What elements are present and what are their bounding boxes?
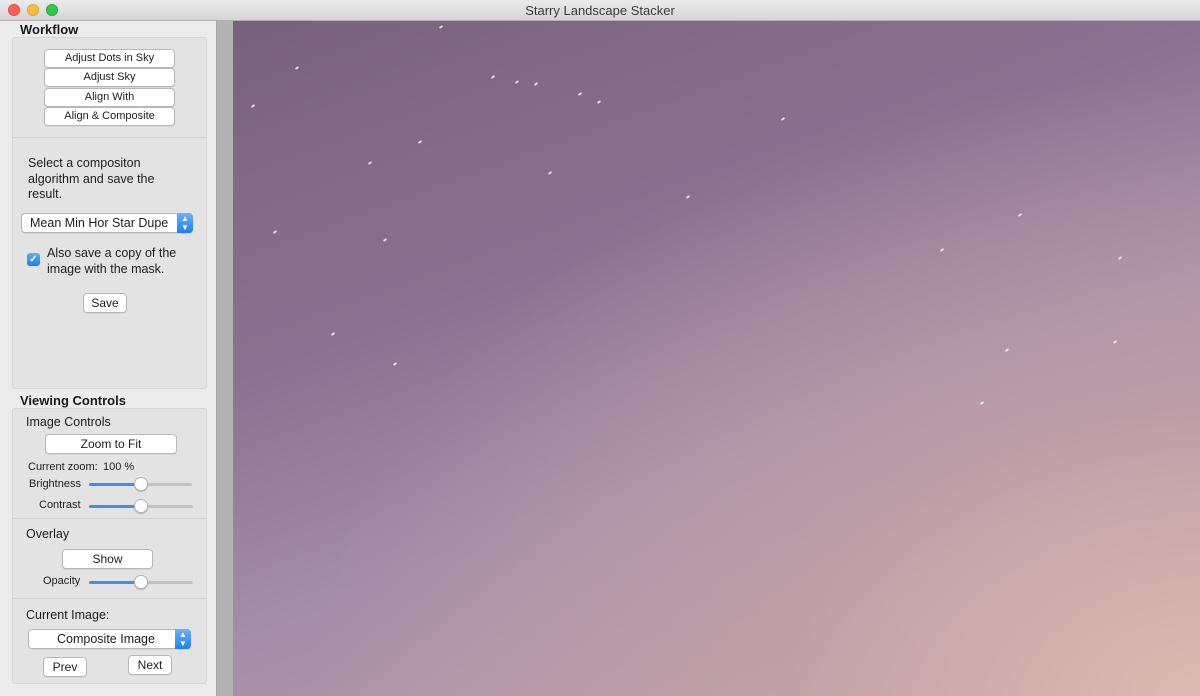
up-down-chevron-icon: ▲ ▼ — [177, 213, 193, 233]
star — [382, 238, 388, 242]
next-button[interactable]: Next — [128, 655, 172, 675]
star — [533, 82, 539, 86]
star — [939, 248, 945, 252]
algorithm-popup[interactable]: Mean Min Hor Star Dupe ▲ ▼ — [21, 213, 193, 233]
adjust-sky-button[interactable]: Adjust Sky — [44, 68, 175, 87]
star — [294, 66, 300, 70]
align-with-button[interactable]: Align With — [44, 88, 175, 107]
save-mask-checkbox[interactable]: ✓ — [27, 253, 40, 266]
brightness-slider[interactable] — [89, 477, 192, 491]
overlay-separator — [12, 518, 207, 519]
star — [367, 161, 373, 165]
adjust-dots-in-sky-button[interactable]: Adjust Dots in Sky — [44, 49, 175, 68]
opacity-label: Opacity — [43, 575, 81, 587]
opacity-slider[interactable] — [89, 575, 193, 589]
star — [577, 92, 583, 96]
star — [438, 25, 444, 29]
current-zoom-label: Current zoom: — [28, 461, 98, 473]
star — [250, 104, 256, 108]
star — [1117, 256, 1123, 260]
viewing-controls-title: Viewing Controls — [20, 393, 126, 408]
title-bar: Starry Landscape Stacker — [0, 0, 1200, 21]
workflow-separator — [12, 137, 207, 138]
current-image-title: Current Image: — [26, 608, 110, 622]
current-image-popup-value: Composite Image — [57, 632, 155, 646]
star — [417, 140, 423, 144]
star — [330, 332, 336, 336]
brightness-slider-knob[interactable] — [133, 477, 148, 491]
split-view-divider[interactable] — [216, 21, 233, 696]
prev-button[interactable]: Prev — [43, 657, 87, 677]
current-zoom-value: 100 % — [103, 461, 135, 473]
current-image-popup[interactable]: Composite Image ▲ ▼ — [28, 629, 191, 649]
overlay-title: Overlay — [26, 527, 70, 541]
window-title: Starry Landscape Stacker — [525, 3, 675, 18]
contrast-slider-knob[interactable] — [134, 499, 148, 513]
checkmark-icon: ✓ — [29, 254, 38, 265]
star — [547, 171, 553, 175]
star — [514, 80, 520, 84]
star — [392, 362, 398, 366]
brightness-label: Brightness — [29, 478, 81, 490]
algorithm-popup-value: Mean Min Hor Star Dupe — [30, 216, 169, 230]
current-image-separator — [12, 598, 207, 599]
contrast-slider[interactable] — [89, 499, 193, 513]
zoom-to-fit-button[interactable]: Zoom to Fit — [45, 434, 177, 454]
opacity-slider-knob[interactable] — [134, 575, 148, 589]
star — [780, 117, 786, 121]
sky-image-canvas[interactable] — [233, 21, 1200, 696]
save-mask-label: Also save a copy of the image with the m… — [47, 246, 177, 276]
star — [1004, 348, 1010, 352]
brightness-slider-fill — [89, 483, 141, 486]
up-down-chevron-icon: ▲ ▼ — [175, 629, 191, 649]
star — [490, 75, 496, 79]
workflow-title: Workflow — [20, 22, 79, 37]
align-composite-button[interactable]: Align & Composite — [44, 107, 175, 126]
overlay-show-button[interactable]: Show — [62, 549, 153, 569]
composition-instruction: Select a compositon algorithm and save t… — [28, 156, 155, 201]
sidebar: Workflow Adjust Dots in Sky Adjust Sky A… — [0, 21, 216, 696]
save-button[interactable]: Save — [83, 293, 127, 313]
star — [1112, 340, 1118, 344]
image-controls-title: Image Controls — [26, 415, 111, 429]
star — [1017, 213, 1023, 217]
contrast-label: Contrast — [39, 499, 81, 511]
star — [596, 100, 602, 104]
star — [272, 230, 278, 234]
star — [979, 401, 985, 405]
star — [685, 195, 691, 199]
